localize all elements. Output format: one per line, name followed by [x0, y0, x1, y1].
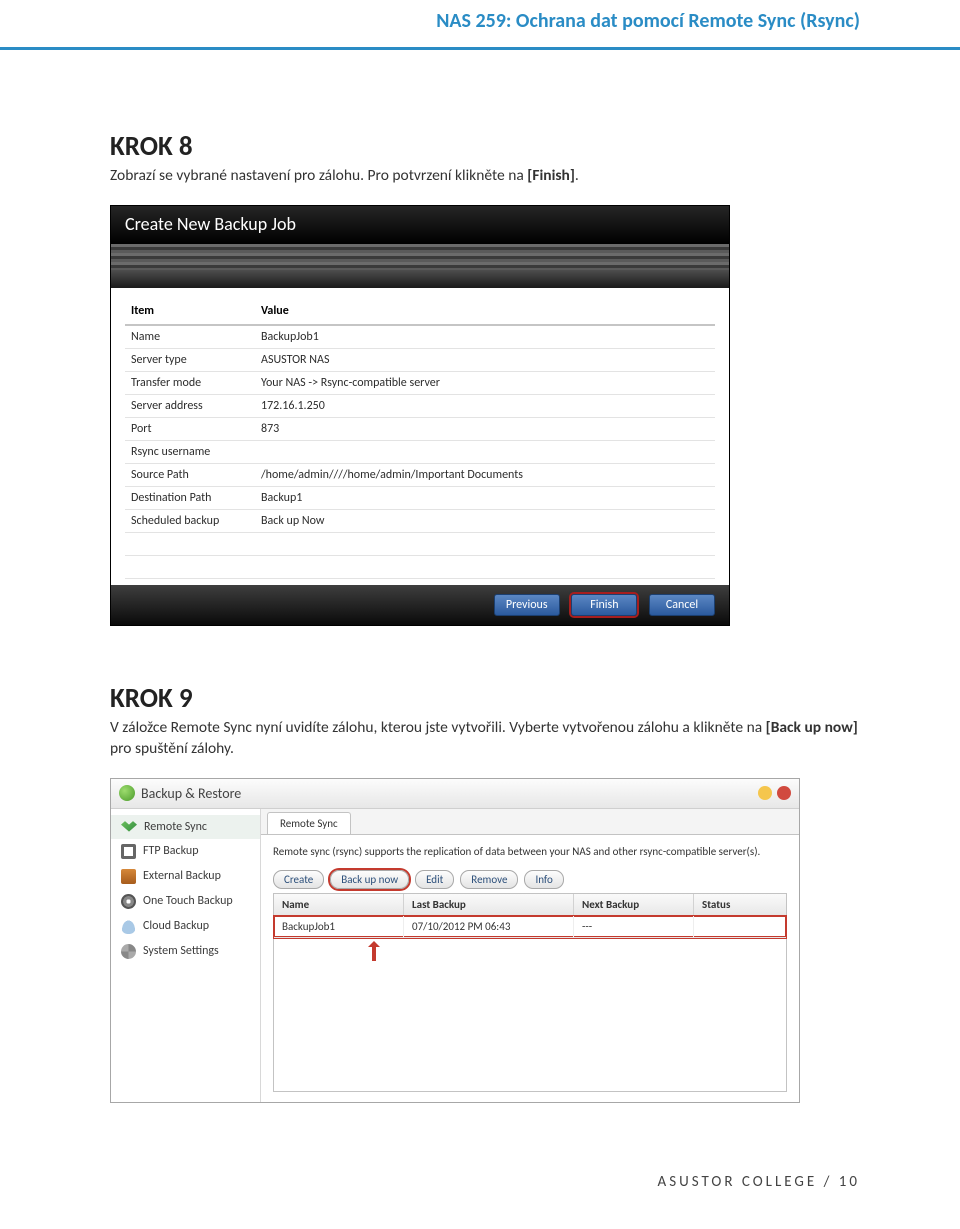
- app-icon: [119, 785, 135, 801]
- col-next-backup: Next Backup: [574, 894, 694, 915]
- edit-button[interactable]: Edit: [415, 870, 454, 889]
- sidebar-item-label: Remote Sync: [144, 820, 207, 834]
- tab-description: Remote sync (rsync) supports the replica…: [273, 845, 787, 860]
- create-backup-dialog: Create New Backup Job Item Value NameBac…: [110, 205, 730, 626]
- sidebar-item-label: FTP Backup: [143, 844, 199, 858]
- grid-empty-area: [274, 961, 786, 1091]
- backup-restore-window: Backup & Restore Remote Sync FTP Backup …: [110, 778, 800, 1103]
- window-titlebar: Backup & Restore: [111, 779, 799, 809]
- sidebar-item-one-touch[interactable]: One Touch Backup: [111, 889, 260, 914]
- dialog-decoration: [111, 244, 729, 270]
- col-last-backup: Last Backup: [404, 894, 574, 915]
- cell-last: 07/10/2012 PM 06:43: [404, 916, 574, 937]
- sidebar-item-label: One Touch Backup: [143, 894, 233, 908]
- sidebar-item-external-backup[interactable]: External Backup: [111, 864, 260, 889]
- step9-heading: KROK 9: [110, 682, 860, 715]
- table-row: Rsync username: [125, 440, 715, 463]
- cloud-icon: [121, 919, 136, 934]
- table-row: [125, 532, 715, 555]
- col-status: Status: [694, 894, 786, 915]
- previous-button[interactable]: Previous: [494, 594, 560, 616]
- grid-row[interactable]: BackupJob1 07/10/2012 PM 06:43 ---: [274, 916, 786, 938]
- table-row: Port873: [125, 417, 715, 440]
- info-button[interactable]: Info: [524, 870, 563, 889]
- table-row: [125, 555, 715, 578]
- doc-title: NAS 259: Ochrana dat pomocí Remote Sync …: [436, 9, 860, 33]
- backup-now-button[interactable]: Back up now: [330, 870, 409, 889]
- one-touch-icon: [121, 894, 136, 909]
- tab-remote-sync[interactable]: Remote Sync: [267, 812, 351, 834]
- col-value: Value: [255, 300, 715, 325]
- sidebar: Remote Sync FTP Backup External Backup O…: [111, 809, 261, 1102]
- step9-text: V záložce Remote Sync nyní uvidíte záloh…: [110, 718, 860, 760]
- table-row: Transfer modeYour NAS -> Rsync-compatibl…: [125, 371, 715, 394]
- step8-heading: KROK 8: [110, 130, 860, 163]
- cell-next: ---: [574, 916, 694, 937]
- sidebar-item-ftp-backup[interactable]: FTP Backup: [111, 839, 260, 864]
- col-name: Name: [274, 894, 404, 915]
- dialog-footer: Previous Finish Cancel: [111, 585, 729, 625]
- table-row: Source Path/home/admin////home/admin/Imp…: [125, 463, 715, 486]
- remove-button[interactable]: Remove: [460, 870, 518, 889]
- create-button[interactable]: Create: [273, 870, 324, 889]
- sidebar-item-system-settings[interactable]: System Settings: [111, 939, 260, 964]
- remote-sync-icon: [121, 820, 137, 834]
- gear-icon: [121, 944, 136, 959]
- tab-bar: Remote Sync: [261, 809, 799, 835]
- close-icon[interactable]: [777, 786, 791, 800]
- table-row: NameBackupJob1: [125, 325, 715, 349]
- app-title: Backup & Restore: [141, 785, 753, 802]
- grid-header: Name Last Backup Next Backup Status: [274, 894, 786, 916]
- col-item: Item: [125, 300, 255, 325]
- page-header: NAS 259: Ochrana dat pomocí Remote Sync …: [0, 0, 960, 50]
- sidebar-item-remote-sync[interactable]: Remote Sync: [111, 815, 260, 839]
- summary-table: Item Value NameBackupJob1 Server typeASU…: [125, 300, 715, 579]
- cell-status: [694, 916, 786, 937]
- ftp-icon: [121, 844, 136, 859]
- sidebar-item-label: System Settings: [143, 944, 219, 958]
- jobs-grid: Name Last Backup Next Backup Status Back…: [273, 893, 787, 1092]
- finish-button[interactable]: Finish: [571, 594, 637, 616]
- cell-name: BackupJob1: [274, 916, 404, 937]
- external-icon: [121, 869, 136, 884]
- sidebar-item-label: External Backup: [143, 869, 221, 883]
- table-row: Destination PathBackup1: [125, 486, 715, 509]
- dialog-subbar: [111, 270, 729, 288]
- cancel-button[interactable]: Cancel: [649, 594, 715, 616]
- minimize-icon[interactable]: [758, 786, 772, 800]
- step8-text: Zobrazí se vybrané nastavení pro zálohu.…: [110, 166, 860, 187]
- page-footer: ASUSTOR COLLEGE / 10: [0, 1143, 960, 1215]
- table-row: Scheduled backupBack up Now: [125, 509, 715, 532]
- sidebar-item-label: Cloud Backup: [143, 919, 209, 933]
- sidebar-item-cloud-backup[interactable]: Cloud Backup: [111, 914, 260, 939]
- table-row: Server address172.16.1.250: [125, 394, 715, 417]
- toolbar: Create Back up now Edit Remove Info: [273, 870, 787, 889]
- table-row: Server typeASUSTOR NAS: [125, 348, 715, 371]
- dialog-title: Create New Backup Job: [111, 206, 729, 244]
